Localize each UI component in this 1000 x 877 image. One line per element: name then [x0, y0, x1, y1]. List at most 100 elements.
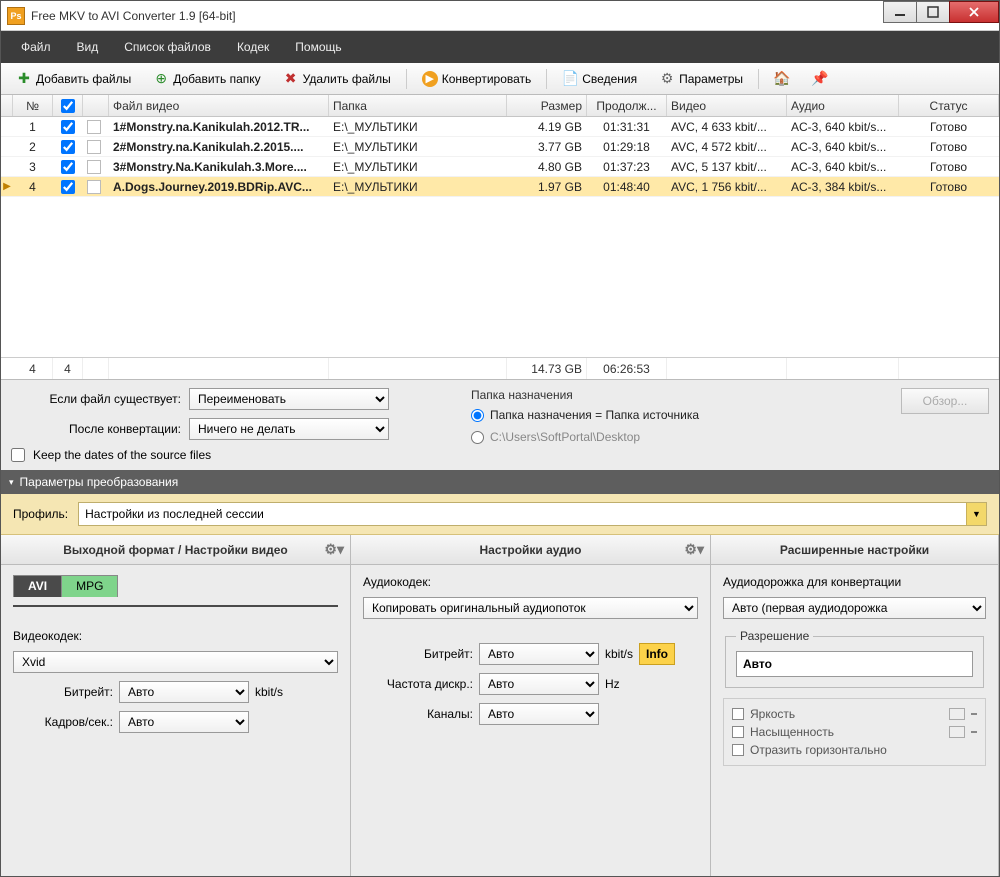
cell-folder: E:\_МУЛЬТИКИ [329, 120, 507, 134]
cell-folder: E:\_МУЛЬТИКИ [329, 160, 507, 174]
vcodec-select[interactable]: Xvid [13, 651, 338, 673]
chevron-down-icon: ▼ [966, 503, 986, 525]
col-duration[interactable]: Продолж... [587, 95, 667, 116]
cell-size: 1.97 GB [507, 180, 587, 194]
col-audio[interactable]: Аудио [787, 95, 899, 116]
table-row[interactable]: 33#Monstry.Na.Kanikulah.3.More....E:\_МУ… [1, 157, 999, 177]
menu-view[interactable]: Вид [65, 34, 111, 60]
browse-button[interactable]: Обзор... [901, 388, 989, 414]
abitrate-select[interactable]: Авто [479, 643, 599, 665]
info-button[interactable]: 📄Сведения [553, 66, 646, 92]
col-video[interactable]: Видео [667, 95, 787, 116]
brightness-row[interactable]: Яркость [732, 705, 977, 723]
params-button[interactable]: ⚙Параметры [650, 66, 752, 92]
video-pane-title: Выходной формат / Настройки видео⚙▾ [1, 535, 350, 565]
gear-icon[interactable]: ⚙▾ [324, 541, 344, 558]
total-size: 14.73 GB [507, 358, 587, 379]
totals-row: 4 4 14.73 GB 06:26:53 [1, 357, 999, 379]
dest-custom-label: C:\Users\SoftPortal\Desktop [490, 430, 640, 444]
info-badge[interactable]: Info [639, 643, 675, 665]
minimize-button[interactable] [883, 1, 917, 23]
gear-icon[interactable]: ⚙▾ [684, 541, 704, 558]
pin-button[interactable]: 📌 [803, 66, 837, 92]
home-button[interactable]: 🏠 [765, 66, 799, 92]
options-area: Если файл существует: Переименовать Посл… [1, 379, 999, 470]
table-row[interactable]: ▶4A.Dogs.Journey.2019.BDRip.AVC...E:\_МУ… [1, 177, 999, 197]
maximize-button[interactable] [916, 1, 950, 23]
convert-button[interactable]: ▶Конвертировать [413, 66, 541, 92]
audio-pane-title: Настройки аудио⚙▾ [351, 535, 710, 565]
keep-dates-label: Keep the dates of the source files [33, 448, 211, 462]
track-select[interactable]: Авто (первая аудиодорожка [723, 597, 986, 619]
cell-audio: AC-3, 640 kbit/s... [787, 120, 899, 134]
abitrate-label: Битрейт: [363, 647, 473, 661]
table-row[interactable]: 11#Monstry.na.Kanikulah.2012.TR...E:\_МУ… [1, 117, 999, 137]
table-row[interactable]: 22#Monstry.na.Kanikulah.2.2015....E:\_МУ… [1, 137, 999, 157]
flip-row[interactable]: Отразить горизонтально [732, 741, 977, 759]
freq-label: Частота дискр.: [363, 677, 473, 691]
dest-custom-radio[interactable] [471, 431, 484, 444]
row-checkbox[interactable] [61, 140, 75, 154]
row-checkbox[interactable] [61, 180, 75, 194]
row-checkbox[interactable] [61, 120, 75, 134]
channels-select[interactable]: Авто [479, 703, 599, 725]
after-conv-select[interactable]: Ничего не делать [189, 418, 389, 440]
cell-file: A.Dogs.Journey.2019.BDRip.AVC... [109, 180, 329, 194]
add-folder-button[interactable]: ⊕Добавить папку [144, 66, 269, 92]
acodec-label: Аудиокодек: [363, 575, 698, 589]
menu-codec[interactable]: Кодек [225, 34, 281, 60]
cell-video: AVC, 4 633 kbit/... [667, 120, 787, 134]
cell-audio: AC-3, 384 kbit/s... [787, 180, 899, 194]
cell-video: AVC, 4 572 kbit/... [667, 140, 787, 154]
menu-help[interactable]: Помощь [283, 34, 353, 60]
grid-body[interactable]: 11#Monstry.na.Kanikulah.2012.TR...E:\_МУ… [1, 117, 999, 357]
cell-duration: 01:29:18 [587, 140, 667, 154]
abitrate-unit: kbit/s [605, 647, 633, 661]
cell-audio: AC-3, 640 kbit/s... [787, 160, 899, 174]
delete-files-button[interactable]: ✖Удалить файлы [274, 66, 400, 92]
saturation-row[interactable]: Насыщенность [732, 723, 977, 741]
cell-status: Готово [899, 120, 999, 134]
file-icon [87, 180, 101, 194]
total-count: 4 [13, 358, 53, 379]
profile-select[interactable]: Настройки из последней сессии ▼ [78, 502, 987, 526]
profile-bar: Профиль: Настройки из последней сессии ▼ [1, 494, 999, 535]
resolution-legend: Разрешение [736, 629, 813, 643]
fps-select[interactable]: Авто [119, 711, 249, 733]
cell-duration: 01:31:31 [587, 120, 667, 134]
col-folder[interactable]: Папка [329, 95, 507, 116]
check-all[interactable] [61, 99, 75, 113]
file-icon [87, 140, 101, 154]
add-files-button[interactable]: ✚Добавить файлы [7, 66, 140, 92]
col-status[interactable]: Статус [899, 95, 999, 116]
dest-same-radio[interactable] [471, 409, 484, 422]
if-exists-label: Если файл существует: [11, 392, 181, 406]
file-icon [87, 120, 101, 134]
vbitrate-label: Битрейт: [13, 685, 113, 699]
tab-mpg[interactable]: MPG [61, 575, 118, 597]
cell-audio: AC-3, 640 kbit/s... [787, 140, 899, 154]
grid-header: № Файл видео Папка Размер Продолж... Вид… [1, 95, 999, 117]
acodec-select[interactable]: Копировать оригинальный аудиопоток [363, 597, 698, 619]
close-button[interactable] [949, 1, 999, 23]
conversion-params-header[interactable]: ▾Параметры преобразования [1, 470, 999, 494]
if-exists-select[interactable]: Переименовать [189, 388, 389, 410]
video-pane: Выходной формат / Настройки видео⚙▾ AVI … [1, 535, 351, 876]
gear-icon: ⚙ [659, 71, 675, 87]
resolution-value[interactable]: Авто [736, 651, 973, 677]
row-checkbox[interactable] [61, 160, 75, 174]
col-num[interactable]: № [13, 95, 53, 116]
menu-filelist[interactable]: Список файлов [112, 34, 223, 60]
advanced-pane-title: Расширенные настройки [711, 535, 998, 565]
window-title: Free MKV to AVI Converter 1.9 [64-bit] [31, 9, 236, 23]
tab-avi[interactable]: AVI [13, 575, 62, 597]
freq-select[interactable]: Авто [479, 673, 599, 695]
keep-dates-checkbox[interactable] [11, 448, 25, 462]
col-file[interactable]: Файл видео [109, 95, 329, 116]
cell-status: Готово [899, 160, 999, 174]
menu-file[interactable]: Файл [9, 34, 63, 60]
vbitrate-select[interactable]: Авто [119, 681, 249, 703]
file-icon [87, 160, 101, 174]
col-size[interactable]: Размер [507, 95, 587, 116]
col-check[interactable] [53, 95, 83, 116]
